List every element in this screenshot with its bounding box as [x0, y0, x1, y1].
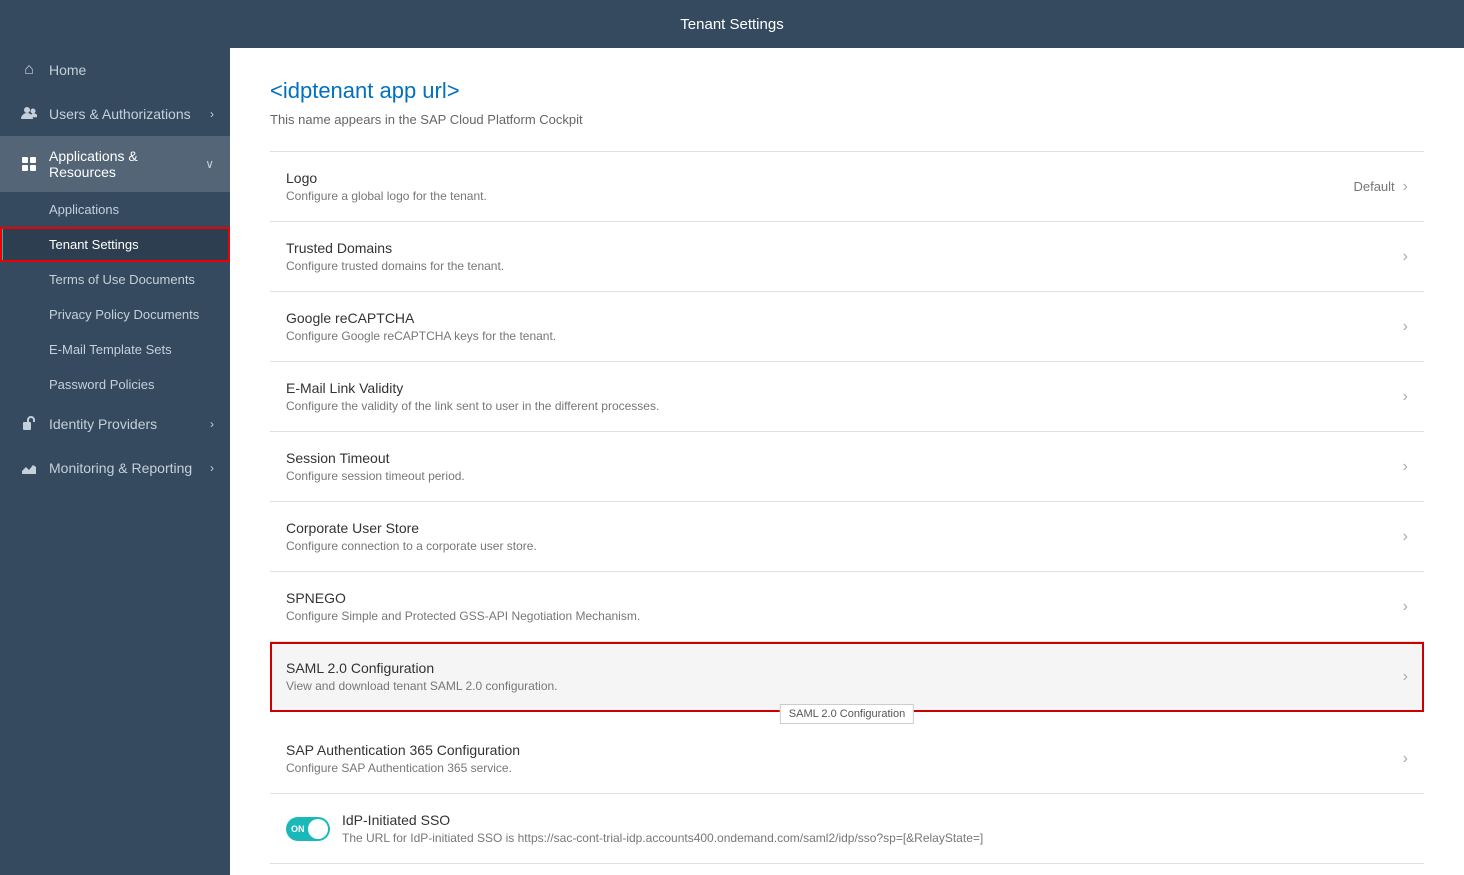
settings-row-logo[interactable]: Logo Configure a global logo for the ten…: [270, 152, 1424, 222]
chevron-down-icon: ∨: [205, 157, 214, 171]
idp-sso-desc: The URL for IdP-initiated SSO is https:/…: [342, 831, 1408, 845]
settings-row-saml[interactable]: SAML 2.0 Configuration View and download…: [270, 642, 1424, 712]
saml-title: SAML 2.0 Configuration: [286, 660, 1403, 676]
sidebar-identity-label: Identity Providers: [49, 416, 210, 432]
app-resources-icon: [19, 154, 39, 174]
home-icon: ⌂: [19, 60, 39, 80]
email-template-label: E-Mail Template Sets: [49, 342, 172, 357]
sidebar-item-password-policies[interactable]: Password Policies: [0, 367, 230, 402]
settings-row-trusted-domains[interactable]: Trusted Domains Configure trusted domain…: [270, 222, 1424, 292]
settings-row-spnego[interactable]: SPNEGO Configure Simple and Protected GS…: [270, 572, 1424, 642]
sidebar-item-app-resources[interactable]: Applications & Resources ∨: [0, 136, 230, 192]
saml-desc: View and download tenant SAML 2.0 config…: [286, 679, 1403, 693]
sidebar-item-monitoring[interactable]: Monitoring & Reporting ›: [0, 446, 230, 490]
recaptcha-desc: Configure Google reCAPTCHA keys for the …: [286, 329, 1403, 343]
chevron-right-saml: ›: [1403, 668, 1408, 686]
toggle-row-idp-sso: ON IdP-Initiated SSO The URL for IdP-ini…: [270, 794, 1424, 864]
trusted-domains-desc: Configure trusted domains for the tenant…: [286, 259, 1403, 273]
toggle-knob: [308, 819, 328, 839]
logo-default-label: Default: [1353, 179, 1394, 194]
trusted-domains-title: Trusted Domains: [286, 240, 1403, 256]
privacy-policy-label: Privacy Policy Documents: [49, 307, 199, 322]
logo-title: Logo: [286, 170, 1353, 186]
sidebar-item-home[interactable]: ⌂ Home: [0, 48, 230, 92]
settings-row-recaptcha[interactable]: Google reCAPTCHA Configure Google reCAPT…: [270, 292, 1424, 362]
sidebar-monitoring-label: Monitoring & Reporting: [49, 460, 210, 476]
corp-user-store-desc: Configure connection to a corporate user…: [286, 539, 1403, 553]
sidebar-item-email-template[interactable]: E-Mail Template Sets: [0, 332, 230, 367]
settings-row-email-link[interactable]: E-Mail Link Validity Configure the valid…: [270, 362, 1424, 432]
sap-auth-desc: Configure SAP Authentication 365 service…: [286, 761, 1403, 775]
sidebar: ⌂ Home Users & Authorizations › Applicat…: [0, 48, 230, 875]
settings-row-corporate-user-store[interactable]: Corporate User Store Configure connectio…: [270, 502, 1424, 572]
recaptcha-title: Google reCAPTCHA: [286, 310, 1403, 326]
password-policies-label: Password Policies: [49, 377, 155, 392]
sap-auth-title: SAP Authentication 365 Configuration: [286, 742, 1403, 758]
sidebar-item-privacy-policy[interactable]: Privacy Policy Documents: [0, 297, 230, 332]
chevron-right-logo: ›: [1403, 178, 1408, 196]
idp-sso-title: IdP-Initiated SSO: [342, 812, 1408, 828]
spnego-title: SPNEGO: [286, 590, 1403, 606]
chevron-right-icon-3: ›: [210, 461, 214, 475]
settings-row-session-timeout[interactable]: Session Timeout Configure session timeou…: [270, 432, 1424, 502]
terms-of-use-label: Terms of Use Documents: [49, 272, 195, 287]
chevron-right-icon-2: ›: [210, 417, 214, 431]
corp-user-store-title: Corporate User Store: [286, 520, 1403, 536]
session-timeout-title: Session Timeout: [286, 450, 1403, 466]
sidebar-item-terms-of-use[interactable]: Terms of Use Documents: [0, 262, 230, 297]
chevron-right-spnego: ›: [1403, 598, 1408, 616]
chevron-right-icon: ›: [210, 107, 214, 121]
sidebar-item-identity-providers[interactable]: Identity Providers ›: [0, 402, 230, 446]
settings-list: Logo Configure a global logo for the ten…: [270, 151, 1424, 864]
saml-tooltip: SAML 2.0 Configuration: [780, 704, 914, 724]
chevron-right-corp: ›: [1403, 528, 1408, 546]
chevron-right-recaptcha: ›: [1403, 318, 1408, 336]
sidebar-home-label: Home: [49, 62, 214, 78]
chevron-right-session: ›: [1403, 458, 1408, 476]
toggle-on-label: ON: [291, 824, 305, 834]
email-link-desc: Configure the validity of the link sent …: [286, 399, 1403, 413]
sidebar-item-applications[interactable]: Applications: [0, 192, 230, 227]
sidebar-item-tenant-settings[interactable]: Tenant Settings: [0, 227, 230, 262]
identity-providers-icon: [19, 414, 39, 434]
content-area: <idptenant app url> This name appears in…: [230, 48, 1464, 875]
email-link-title: E-Mail Link Validity: [286, 380, 1403, 396]
chevron-right-sap-auth: ›: [1403, 750, 1408, 768]
tenant-settings-label: Tenant Settings: [49, 237, 139, 252]
spnego-desc: Configure Simple and Protected GSS-API N…: [286, 609, 1403, 623]
chevron-right-email-link: ›: [1403, 388, 1408, 406]
chevron-right-trusted: ›: [1403, 248, 1408, 266]
sidebar-users-auth-label: Users & Authorizations: [49, 106, 210, 122]
sidebar-item-users-auth[interactable]: Users & Authorizations ›: [0, 92, 230, 136]
top-header: Tenant Settings: [0, 0, 1464, 48]
page-title: <idptenant app url>: [270, 78, 1424, 104]
logo-desc: Configure a global logo for the tenant.: [286, 189, 1353, 203]
monitoring-icon: [19, 458, 39, 478]
settings-row-sap-auth[interactable]: SAP Authentication 365 Configuration Con…: [270, 724, 1424, 794]
header-title: Tenant Settings: [680, 16, 783, 33]
session-timeout-desc: Configure session timeout period.: [286, 469, 1403, 483]
applications-label: Applications: [49, 202, 119, 217]
sidebar-app-resources-label: Applications & Resources: [49, 148, 205, 180]
page-subtitle: This name appears in the SAP Cloud Platf…: [270, 112, 1424, 127]
saml-row-wrapper: SAML 2.0 Configuration View and download…: [270, 642, 1424, 712]
users-icon: [19, 104, 39, 124]
idp-sso-toggle[interactable]: ON: [286, 817, 330, 841]
